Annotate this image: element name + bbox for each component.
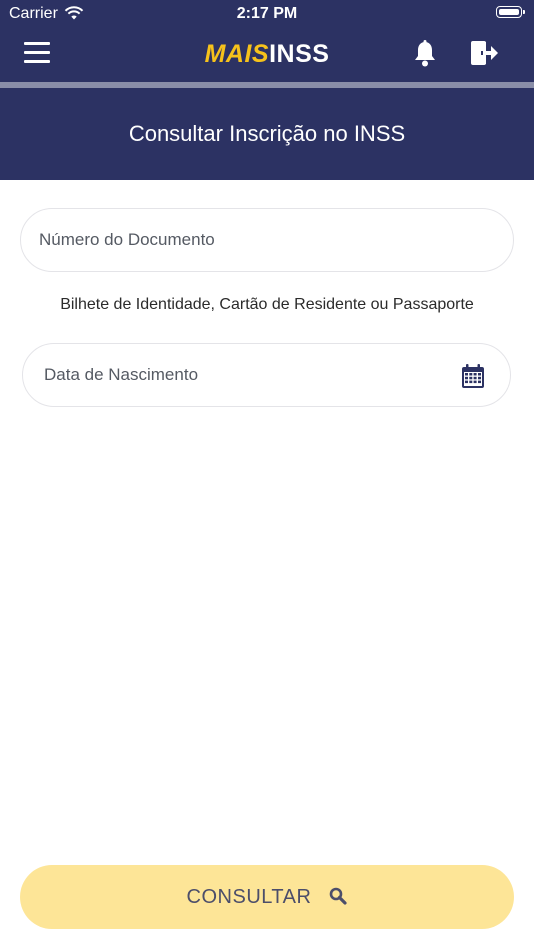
search-icon (329, 887, 348, 911)
page-title: Consultar Inscrição no INSS (128, 121, 406, 146)
consult-button[interactable]: CONSULTAR (20, 865, 514, 929)
header-background: Carrier 2:17 PM MAISINSS Consultar Inscr… (0, 0, 534, 180)
battery-icon (496, 6, 525, 18)
bell-icon[interactable] (413, 40, 437, 73)
document-number-field[interactable] (20, 208, 514, 272)
document-number-input[interactable] (39, 209, 489, 270)
birthdate-field[interactable] (22, 343, 511, 407)
logo-mais: MAIS (204, 40, 270, 68)
consult-button-label: CONSULTAR (186, 885, 312, 908)
logo-inss: INSS (269, 40, 330, 68)
logout-icon[interactable] (470, 40, 500, 71)
header-divider (0, 82, 534, 88)
calendar-icon[interactable] (461, 364, 485, 394)
birthdate-input[interactable] (44, 344, 444, 405)
document-hint: Bilhete de Identidade, Cartão de Residen… (60, 296, 474, 313)
status-time: 2:17 PM (236, 5, 298, 22)
navigation-bar: MAISINSS (0, 30, 534, 78)
status-bar: Carrier 2:17 PM (0, 0, 534, 30)
app-logo: MAISINSS (0, 40, 534, 69)
